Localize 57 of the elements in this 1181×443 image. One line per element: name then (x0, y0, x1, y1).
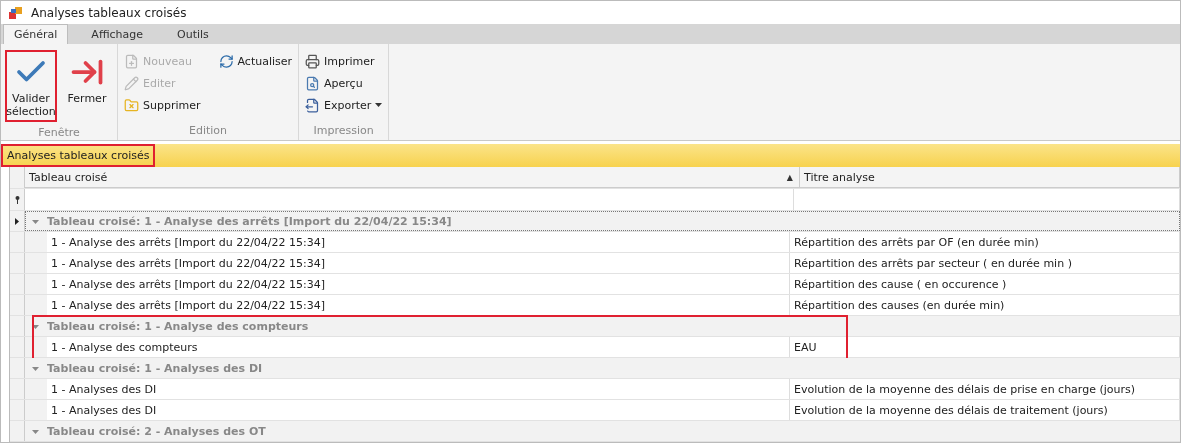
table-cell: EAU (790, 337, 1180, 357)
expanded-icon[interactable] (32, 322, 39, 330)
ribbon-button[interactable]: Exporter (303, 94, 385, 116)
ribbon-button[interactable]: Supprimer (122, 94, 203, 116)
group-row-label: Tableau croisé: 1 - Analyse des compteurs (47, 319, 309, 333)
expanded-icon[interactable] (32, 217, 39, 225)
group-indent (25, 274, 47, 294)
group-label: Fenêtre (37, 125, 81, 141)
pencil-icon (124, 75, 139, 91)
expanded-icon[interactable] (32, 364, 39, 372)
group-row-label: Tableau croisé: 1 - Analyse des arrêts [Import du 22/04/22 15:34] (47, 214, 452, 228)
group-indent (25, 232, 47, 252)
refresh-icon (218, 53, 234, 69)
table-cell: 1 - Analyse des arrêts [Import du 22/04/22 15:34] (47, 232, 790, 252)
group-indent (25, 295, 47, 315)
export-icon (305, 97, 321, 113)
sort-indicator: ▲ (786, 172, 793, 182)
column-header[interactable]: Titre analyse (800, 167, 1180, 188)
ribbon-button[interactable]: Imprimer (303, 50, 385, 72)
group-indent (25, 253, 47, 273)
table-cell: 1 - Analyses des DI (47, 400, 790, 420)
printer-icon (305, 53, 321, 69)
table-cell: 1 - Analyse des compteurs (47, 337, 790, 357)
expanded-icon[interactable] (32, 427, 39, 435)
ribbon-button[interactable]: Valider sélection (5, 50, 57, 122)
column-header[interactable]: Tableau croisé ▲ (25, 167, 800, 188)
row-selector[interactable] (10, 211, 25, 231)
table-cell: 1 - Analyses des DI (47, 379, 790, 399)
table-cell: Evolution de la moyenne des délais de prise en charge (jours) (790, 379, 1180, 399)
table-cell: 1 - Analyse des arrêts [Import du 22/04/22 15:34] (47, 253, 790, 273)
ribbon-button[interactable]: Aperçu (303, 72, 385, 94)
group-label: Edition (188, 123, 229, 139)
ribbon-button[interactable]: Fermer (61, 50, 113, 122)
group-row-label: Tableau croisé: 1 - Analyses des DI (47, 361, 263, 375)
panel-title: Analyses tableaux croisés (1, 144, 156, 167)
table-cell: 1 - Analyse des arrêts [Import du 22/04/22 15:34] (47, 295, 790, 315)
ribbon-tab[interactable]: Affichage (80, 24, 155, 44)
folder-delete-icon (124, 97, 139, 113)
window-title: Analyses tableaux croisés (31, 5, 187, 20)
group-indent (25, 379, 47, 399)
document-search-icon (305, 75, 321, 91)
table-cell: Répartition des cause ( en occurence ) (790, 274, 1180, 294)
ribbon-tab[interactable]: Général (3, 24, 69, 44)
group-label: Impression (312, 123, 375, 139)
group-indent (25, 337, 47, 357)
group-indent (25, 400, 47, 420)
table-cell: Répartition des causes (en durée min) (790, 295, 1180, 315)
new-file-icon (124, 53, 139, 69)
group-row-label: Tableau croisé: 2 - Analyses des OT (47, 424, 266, 438)
table-cell: 1 - Analyse des arrêts [Import du 22/04/22 15:34] (47, 274, 790, 294)
ribbon-button[interactable]: Actualiser (216, 50, 295, 72)
table-cell: Evolution de la moyenne des délais de traitement (jours) (790, 400, 1180, 420)
table-cell: Répartition des arrêts par secteur ( en durée min ) (790, 253, 1180, 273)
table-cell: Répartition des arrêts par OF (en durée min) (790, 232, 1180, 252)
ribbon-tab[interactable]: Outils (166, 24, 220, 44)
app-icon (9, 5, 23, 20)
filter-pin-icon (14, 195, 20, 204)
